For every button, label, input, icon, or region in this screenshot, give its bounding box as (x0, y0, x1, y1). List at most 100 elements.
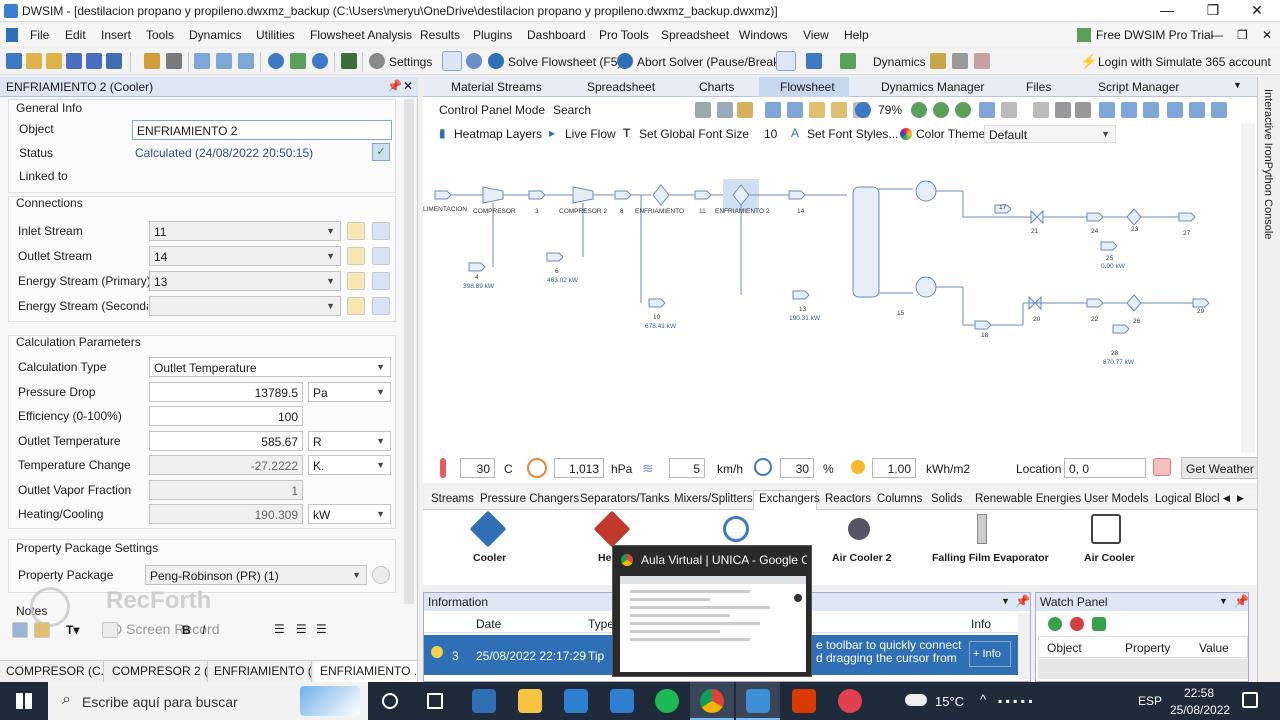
align-right-icon[interactable]: ☰ (316, 622, 327, 636)
heater-26[interactable] (1126, 294, 1142, 312)
stream-14[interactable] (788, 190, 806, 200)
tab-files[interactable]: Files (1026, 80, 1051, 94)
solver-toggle-icon[interactable] (442, 51, 462, 71)
chrome-app-icon[interactable] (700, 689, 724, 713)
info-scrollbar[interactable] (1018, 613, 1030, 679)
energy-stream-25[interactable] (1100, 241, 1118, 251)
energy-stream-secondary-select[interactable]: ▼ (149, 296, 341, 316)
tile-vertical-icon[interactable] (238, 53, 254, 69)
zoom-in-icon[interactable] (911, 102, 927, 118)
menu-dashboard[interactable]: Dashboard (527, 28, 586, 42)
doc-tab-enfriamiento-2[interactable]: ENFRIAMIENTO ... (314, 661, 418, 683)
store-app-icon[interactable] (610, 689, 634, 713)
menu-insert[interactable]: Insert (101, 28, 131, 42)
image-icon[interactable] (787, 102, 803, 118)
stream-18[interactable] (974, 320, 992, 330)
menu-flowsheet-analysis[interactable]: Flowsheet Analysis (310, 28, 412, 42)
cooler-enfriamiento[interactable] (652, 184, 670, 206)
stream-3[interactable] (528, 190, 546, 200)
tab-reactors[interactable]: Reactors (825, 493, 871, 505)
global-font-size-button[interactable]: Set Global Font Size (639, 127, 749, 141)
heater-object-label[interactable]: He (598, 552, 611, 564)
canvas-vscroll[interactable] (1241, 123, 1255, 453)
calculator-icon[interactable] (341, 53, 357, 69)
air-cooler-object-label[interactable]: Air Cooler (1084, 552, 1135, 564)
settings-icon[interactable] (372, 566, 390, 584)
humidity-input[interactable]: 30 (780, 458, 814, 478)
spotify-app-icon[interactable] (655, 689, 679, 713)
remove-watch-icon[interactable] (1070, 617, 1084, 631)
paste-icon[interactable] (34, 622, 50, 638)
tab-scroll-right[interactable]: ▶ (1237, 493, 1244, 504)
zoom-out-icon[interactable] (933, 102, 949, 118)
notifications-icon[interactable] (1242, 692, 1258, 708)
air-cooler-2-object-label[interactable]: Air Cooler 2 (832, 552, 892, 564)
solve-flowsheet-button[interactable]: Solve Flowsheet (F5) (508, 55, 621, 69)
print-icon[interactable] (166, 53, 182, 69)
pin-icon[interactable]: 📌 (387, 79, 402, 93)
tab-streams[interactable]: Streams (431, 493, 474, 505)
chrome-taskbar-preview[interactable]: Aula Virtual | UNICA - Google C... (612, 545, 812, 677)
heater-object-icon[interactable] (593, 510, 631, 548)
heatmap-layers-button[interactable]: Heatmap Layers (454, 127, 542, 141)
stream-11[interactable] (694, 190, 712, 200)
export-icon[interactable] (840, 53, 856, 69)
menu-tools[interactable]: Tools (146, 28, 174, 42)
info-dropdown-arrow[interactable]: ▼ (1001, 596, 1010, 606)
menu-utilities[interactable]: Utilities (256, 28, 295, 42)
tab-scroll-left[interactable]: ◀ (1223, 493, 1230, 504)
menu-plugins[interactable]: Plugins (473, 28, 512, 42)
menu-help[interactable]: Help (844, 28, 869, 42)
tab-logical-block[interactable]: Logical Block (1155, 493, 1219, 505)
inlet-stream-select[interactable]: 11 ▼ (149, 221, 341, 241)
office-app-icon[interactable] (792, 689, 816, 713)
valve-21[interactable] (1030, 209, 1044, 225)
location-input[interactable]: 0, 0 (1064, 458, 1146, 478)
link-icon[interactable] (372, 297, 390, 315)
align-bottom-icon[interactable] (1211, 102, 1227, 118)
cooler-object-label[interactable]: Cooler (473, 552, 506, 564)
bold-icon[interactable]: B (182, 623, 191, 637)
integrator-icon[interactable] (930, 53, 946, 69)
align-middle-icon[interactable] (1189, 102, 1205, 118)
tab-renewable[interactable]: Renewable Energies (975, 493, 1081, 505)
align-center-icon[interactable]: ☰ (296, 622, 307, 636)
air-cooler-2-object-icon[interactable] (848, 518, 870, 540)
wind-input[interactable]: 5 (669, 458, 705, 478)
mdi-restore-button[interactable]: ❐ (1237, 28, 1248, 42)
menu-file[interactable]: File (30, 28, 49, 42)
energy-stream-select[interactable]: 13 ▼ (149, 271, 341, 291)
font-icon[interactable] (765, 102, 781, 118)
energy-stream-6[interactable] (546, 252, 564, 262)
free-pro-trial-link[interactable]: Free DWSIM Pro Trial (1096, 28, 1213, 42)
property-package-select[interactable]: Peng-Robinson (PR) (1) ▼ (145, 565, 367, 585)
open-folder-icon[interactable] (46, 53, 62, 69)
edit-icon[interactable] (144, 53, 160, 69)
recycle-icon[interactable] (290, 53, 306, 69)
tray-icons[interactable]: ▪ ▪ ▪ ▪ ▪ (998, 694, 1033, 708)
monitor-icon[interactable] (974, 53, 990, 69)
energy-stream-4[interactable] (468, 262, 486, 272)
zoom-fit-icon[interactable] (955, 102, 971, 118)
temperature-input[interactable]: 30 (460, 458, 495, 478)
pressure-drop-unit[interactable]: Pa ▼ (308, 382, 391, 402)
doc-tab-enfriamiento[interactable]: ENFRIAMIENTO (... (208, 661, 312, 683)
restore-button[interactable]: ❐ (1190, 0, 1236, 22)
power-icon[interactable] (776, 51, 796, 71)
lightning-icon[interactable] (347, 247, 365, 265)
login-button[interactable]: Login with Simulate 365 account (1098, 55, 1271, 69)
open-icon[interactable] (26, 53, 42, 69)
tab-flowsheet[interactable]: Flowsheet (780, 80, 835, 94)
air-cooler-object-icon[interactable] (1091, 514, 1121, 544)
search-button[interactable]: Search (553, 103, 591, 117)
zoom-icon[interactable] (855, 102, 871, 118)
get-weather-button[interactable]: Get Weather (1181, 457, 1261, 479)
abort-icon[interactable] (617, 53, 633, 69)
outlet-temp-unit[interactable]: R ▼ (308, 431, 391, 451)
cortana-icon[interactable] (382, 693, 398, 709)
add-watch-icon[interactable] (1048, 617, 1062, 631)
stream-22[interactable] (1086, 298, 1104, 308)
tab-spreadsheet[interactable]: Spreadsheet (587, 80, 655, 94)
chart-icon[interactable] (831, 102, 847, 118)
text-style-icon[interactable]: T▾ (66, 623, 79, 637)
